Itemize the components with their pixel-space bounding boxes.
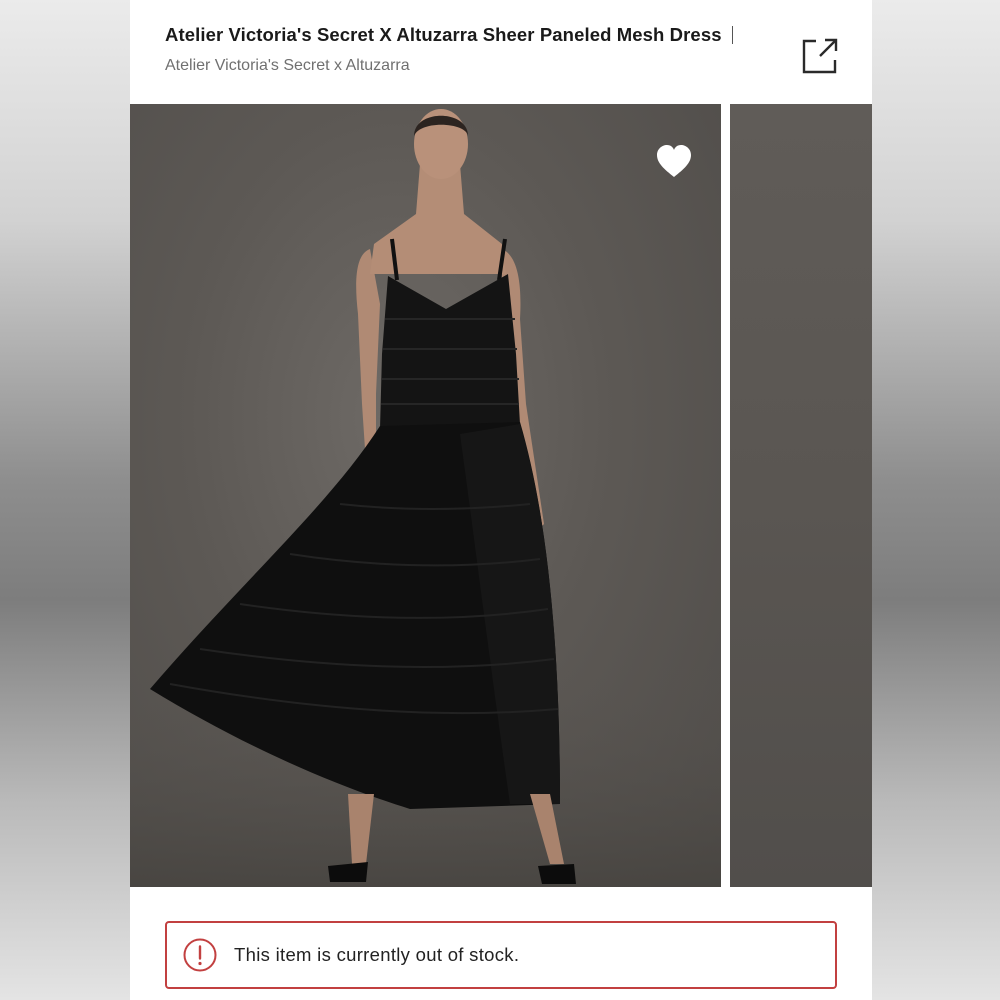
alert-message: This item is currently out of stock. — [234, 944, 520, 965]
brand-link[interactable]: Atelier Victoria's Secret x Altuzarra — [165, 57, 410, 75]
heart-icon — [657, 145, 691, 177]
model-in-dress-illustration — [130, 109, 721, 887]
share-button[interactable] — [798, 34, 842, 78]
product-listing-page: Atelier Victoria's Secret X Altuzarra Sh… — [130, 0, 872, 1000]
share-icon — [802, 38, 838, 74]
product-title: Atelier Victoria's Secret X Altuzarra Sh… — [165, 24, 722, 45]
next-photo-preview[interactable] — [730, 104, 872, 887]
favorite-button[interactable] — [654, 142, 694, 182]
product-photo[interactable] — [130, 104, 721, 887]
listing-header: Atelier Victoria's Secret X Altuzarra Sh… — [130, 0, 872, 104]
alert-circle-icon — [183, 938, 217, 972]
title-row: Atelier Victoria's Secret X Altuzarra Sh… — [165, 24, 733, 46]
out-of-stock-alert: This item is currently out of stock. — [165, 921, 837, 989]
title-divider — [731, 26, 733, 44]
photo-gallery[interactable] — [130, 104, 872, 887]
